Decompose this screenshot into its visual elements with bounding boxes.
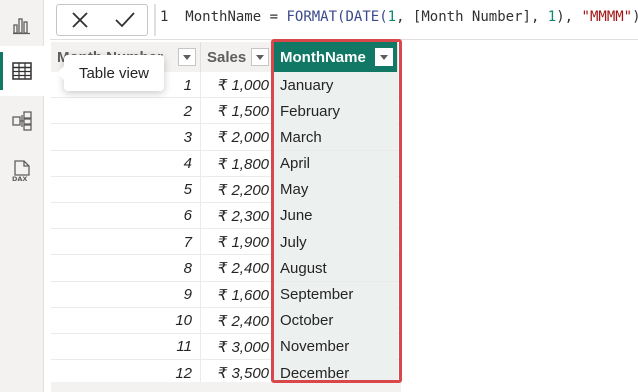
cell-month-name: May [274, 176, 398, 203]
formula-format-string: "MMMM" [581, 9, 633, 25]
grid-rows: 1 ₹ 1,000 January 2 ₹ 1,500 February 3 ₹ 2,00… [51, 72, 401, 387]
cell-month-name: August [274, 255, 398, 282]
cell-month-number: 10 [51, 307, 201, 334]
cell-sales: ₹ 1,800 [201, 150, 274, 177]
cell-sales: ₹ 2,400 [201, 307, 274, 334]
filter-dropdown-icon[interactable] [375, 48, 393, 66]
cell-sales: ₹ 1,500 [201, 98, 274, 125]
table-view-icon [12, 62, 32, 80]
formula-actions [56, 4, 148, 36]
formula-arg-column: , [Month Number], [396, 9, 548, 25]
formula-arg-year: 1 [387, 9, 397, 25]
cancel-icon [71, 12, 88, 28]
table-row[interactable]: 10 ₹ 2,400 October [51, 307, 401, 334]
cell-sales: ₹ 2,300 [201, 202, 274, 229]
formula-function-date: DATE( [345, 9, 388, 25]
report-view-icon [13, 18, 30, 35]
column-header-label: MonthName [280, 48, 366, 66]
cell-month-number: 6 [51, 202, 201, 229]
cell-month-number: 8 [51, 255, 201, 282]
filter-dropdown-icon[interactable] [251, 48, 269, 66]
table-row[interactable]: 2 ₹ 1,500 February [51, 98, 401, 125]
cell-month-name: October [274, 307, 398, 334]
model-view-icon [12, 111, 32, 131]
table-view-button[interactable] [0, 46, 44, 96]
cell-sales: ₹ 1,600 [201, 281, 274, 308]
cell-sales: ₹ 3,000 [201, 333, 274, 360]
cell-month-name: March [274, 124, 398, 151]
cell-month-name: April [274, 150, 398, 177]
cell-month-name: September [274, 281, 398, 308]
table-view-tooltip: Table view [57, 55, 164, 91]
formula-end-paren: ) [632, 9, 638, 25]
svg-text:DAX: DAX [12, 175, 27, 183]
formula-bar: 1 MonthName = FORMAT(DATE(1, [Month Numb… [50, 0, 638, 40]
table-row[interactable]: 7 ₹ 1,900 July [51, 229, 401, 256]
formula-operator: = [269, 9, 279, 25]
table-row[interactable]: 3 ₹ 2,000 March [51, 124, 401, 151]
table-row[interactable]: 11 ₹ 3,000 November [51, 333, 401, 361]
table-row[interactable]: 4 ₹ 1,800 April [51, 150, 401, 177]
cell-sales: ₹ 2,400 [201, 255, 274, 282]
table-row[interactable]: 6 ₹ 2,300 June [51, 202, 401, 230]
cell-month-name: January [274, 72, 398, 98]
filter-dropdown-icon[interactable] [178, 48, 196, 66]
column-header-monthname[interactable]: MonthName [274, 42, 398, 72]
view-rail: DAX [0, 0, 44, 392]
cell-month-name: June [274, 202, 398, 229]
cell-month-number: 7 [51, 229, 201, 256]
column-header-label: Sales [207, 48, 247, 66]
commit-icon [114, 12, 135, 28]
cell-sales: ₹ 1,900 [201, 229, 274, 256]
cell-month-number: 3 [51, 124, 201, 151]
cell-month-number: 2 [51, 98, 201, 125]
cell-month-number: 4 [51, 150, 201, 177]
grid-footer [51, 382, 401, 392]
table-row[interactable]: 5 ₹ 2,200 May [51, 176, 401, 203]
cell-month-number: 5 [51, 176, 201, 203]
formula-measure-name: MonthName [185, 9, 262, 25]
cell-sales: ₹ 2,000 [201, 124, 274, 151]
table-row[interactable]: 9 ₹ 1,600 September [51, 281, 401, 308]
dax-query-icon: DAX [12, 160, 30, 183]
tooltip-label: Table view [78, 64, 150, 82]
formula-line-number: 1 [160, 9, 169, 25]
cell-month-name: February [274, 98, 398, 125]
cell-month-name: November [274, 333, 398, 360]
commit-button[interactable] [110, 6, 140, 34]
formula-input[interactable]: 1 MonthName = FORMAT(DATE(1, [Month Numb… [160, 9, 638, 25]
cell-month-number: 11 [51, 333, 201, 360]
report-view-button[interactable] [0, 0, 44, 50]
model-view-button[interactable] [0, 96, 44, 146]
formula-arg-day: 1 [547, 9, 557, 25]
formula-close-paren: ), [556, 9, 582, 25]
formula-divider [154, 4, 156, 36]
cancel-button[interactable] [65, 6, 95, 34]
column-header-sales[interactable]: Sales [201, 42, 274, 72]
cell-sales: ₹ 2,200 [201, 176, 274, 203]
cell-sales: ₹ 1,000 [201, 72, 274, 98]
cell-month-number: 9 [51, 281, 201, 308]
formula-function-format: FORMAT( [286, 9, 346, 25]
dax-query-view-button[interactable]: DAX [0, 146, 44, 196]
table-row[interactable]: 8 ₹ 2,400 August [51, 255, 401, 282]
cell-month-name: July [274, 229, 398, 256]
